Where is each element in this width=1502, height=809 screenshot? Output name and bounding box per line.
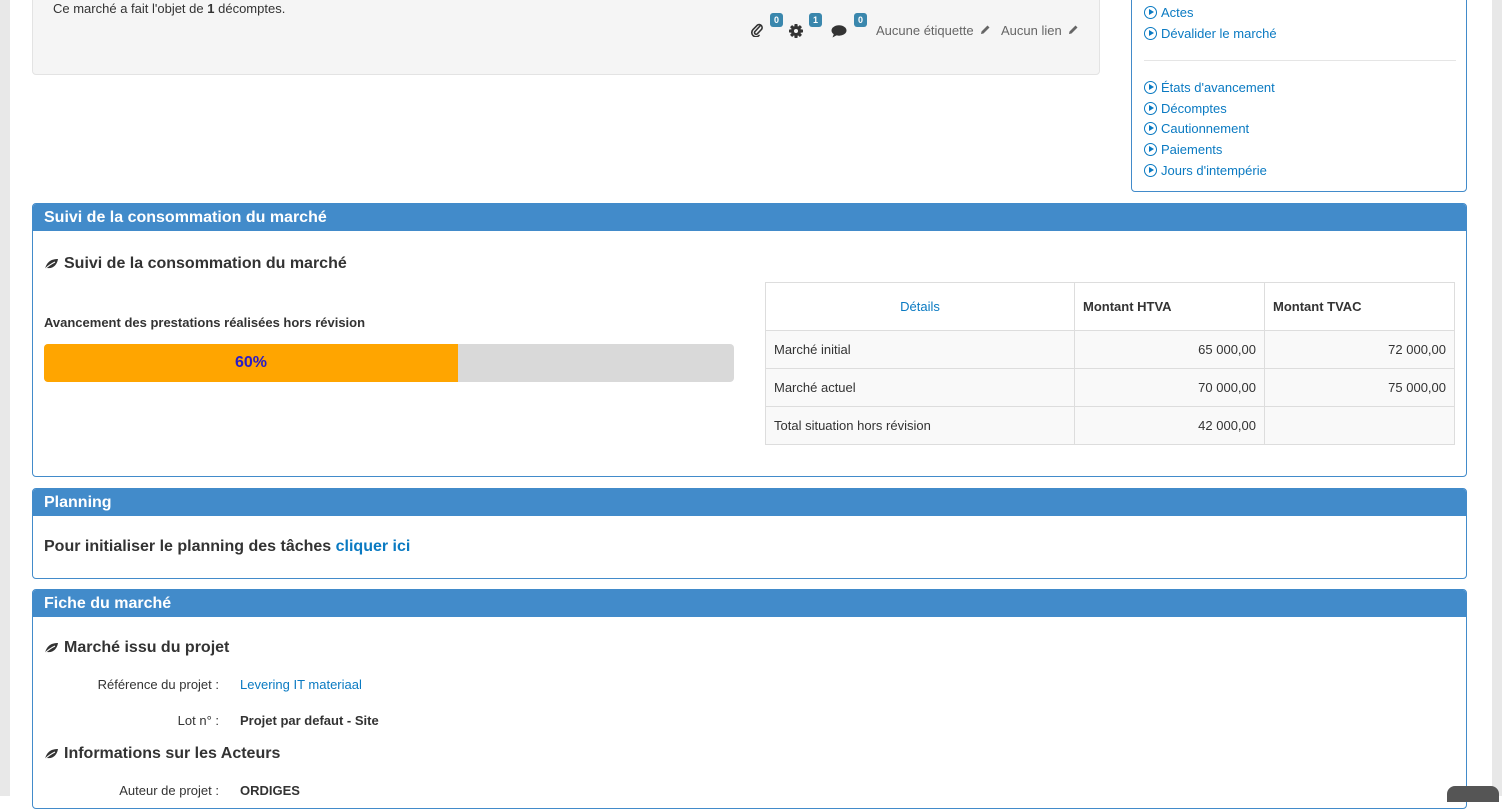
decomptes-count-value: 1 [207, 1, 215, 16]
tags-edit-link[interactable]: Aucune étiquette [876, 23, 991, 38]
fiche-panel-title: Fiche du marché [33, 590, 1466, 617]
nav-jours-intemperie[interactable]: Jours d'intempérie [1144, 163, 1267, 178]
project-heading: Marché issu du projet [44, 639, 229, 657]
decomptes-count-text: Ce marché a fait l'objet de 1 décomptes. [53, 1, 286, 16]
settings-badge: 1 [809, 13, 823, 27]
row-tvac: 72 000,00 [1264, 330, 1455, 369]
planning-panel: Planning Pour initialiser le planning de… [32, 488, 1467, 579]
leaf-icon [44, 643, 58, 654]
amounts-table: Détails Montant HTVA Montant TVAC Marché… [765, 282, 1455, 445]
comments-button[interactable] [831, 25, 847, 41]
row-label: Total situation hors révision [765, 406, 1075, 445]
project-reference-label: Référence du projet : [97, 677, 219, 692]
planning-init-link[interactable]: cliquer ici [336, 538, 411, 555]
project-reference-link[interactable]: Levering IT materiaal [240, 677, 362, 692]
play-circle-icon [1144, 102, 1157, 115]
nav-decomptes[interactable]: Décomptes [1144, 101, 1227, 116]
market-actions-nav: Actes Dévalider le marché États d'avance… [1131, 0, 1467, 192]
gear-icon [789, 24, 803, 38]
table-row: Marché initial 65 000,00 72 000,00 [765, 330, 1455, 369]
details-link[interactable]: Détails [765, 282, 1075, 331]
leaf-icon [44, 259, 58, 270]
planning-init-text: Pour initialiser le planning des tâches … [44, 538, 411, 555]
fiche-panel: Fiche du marché Marché issu du projet Ré… [32, 589, 1467, 809]
scroll-to-top-button[interactable] [1447, 786, 1499, 802]
page-edge-left [0, 0, 10, 796]
consumption-panel: Suivi de la consommation du marché Suivi… [32, 203, 1467, 477]
column-header-htva: Montant HTVA [1074, 282, 1265, 331]
attachments-button[interactable] [751, 23, 763, 40]
row-label: Marché actuel [765, 368, 1075, 407]
play-circle-icon [1144, 143, 1157, 156]
progress-track: 60% [44, 344, 734, 382]
row-tvac: 75 000,00 [1264, 368, 1455, 407]
actors-heading: Informations sur les Acteurs [44, 745, 280, 763]
row-htva: 70 000,00 [1074, 368, 1265, 407]
leaf-icon [44, 749, 58, 760]
play-circle-icon [1144, 122, 1157, 135]
progress-label: Avancement des prestations réalisées hor… [44, 315, 366, 330]
table-row: Marché actuel 70 000,00 75 000,00 [765, 368, 1455, 407]
comment-icon [831, 25, 847, 38]
settings-button[interactable] [789, 24, 803, 41]
progress-bar: 60% [44, 344, 458, 382]
paperclip-icon [751, 23, 763, 38]
summary-well: Ce marché a fait l'objet de 1 décomptes.… [32, 0, 1100, 75]
column-header-tvac: Montant TVAC [1264, 282, 1455, 331]
comments-badge: 0 [854, 13, 868, 27]
play-circle-icon [1144, 6, 1157, 19]
consumption-heading: Suivi de la consommation du marché [44, 255, 347, 273]
links-edit-link[interactable]: Aucun lien [1001, 23, 1079, 38]
lot-label: Lot n° : [177, 713, 219, 728]
table-row: Total situation hors révision 42 000,00 [765, 406, 1455, 445]
nav-divider [1144, 60, 1456, 61]
table-header-row: Détails Montant HTVA Montant TVAC [765, 282, 1455, 331]
play-circle-icon [1144, 27, 1157, 40]
nav-actes[interactable]: Actes [1144, 5, 1194, 20]
attachments-badge: 0 [770, 13, 784, 27]
nav-paiements[interactable]: Paiements [1144, 142, 1222, 157]
row-htva: 42 000,00 [1074, 406, 1265, 445]
nav-cautionnement[interactable]: Cautionnement [1144, 121, 1249, 136]
planning-panel-title: Planning [33, 489, 1466, 516]
row-label: Marché initial [765, 330, 1075, 369]
consumption-panel-title: Suivi de la consommation du marché [33, 204, 1466, 231]
row-tvac [1264, 406, 1455, 445]
play-circle-icon [1144, 81, 1157, 94]
pencil-icon [1069, 25, 1078, 34]
pencil-icon [981, 25, 990, 34]
nav-devalider-marche[interactable]: Dévalider le marché [1144, 26, 1277, 41]
nav-etats-avancement[interactable]: États d'avancement [1144, 80, 1275, 95]
play-circle-icon [1144, 164, 1157, 177]
row-htva: 65 000,00 [1074, 330, 1265, 369]
lot-value: Projet par defaut - Site [240, 713, 379, 728]
page-edge-right [1492, 0, 1502, 796]
